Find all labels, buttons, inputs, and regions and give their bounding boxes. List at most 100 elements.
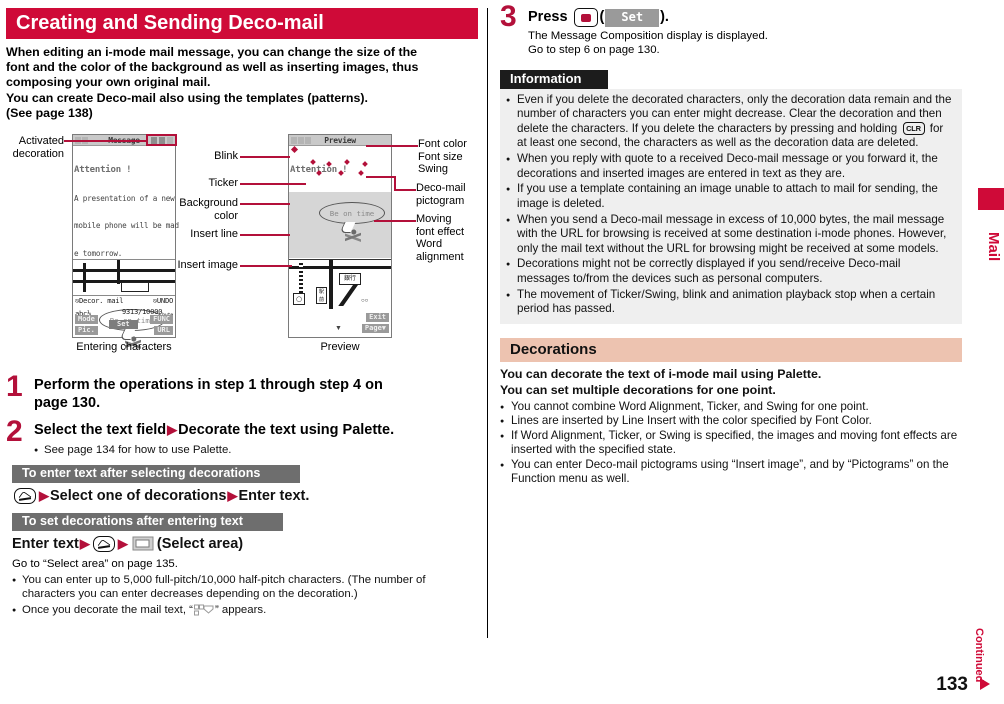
phone2-doodle-icon xyxy=(345,228,361,249)
arrow-icon: ▶ xyxy=(227,488,238,504)
intro-line-5: (See page 138) xyxy=(6,105,93,120)
leader-background-color xyxy=(240,203,290,206)
leader-deco-pictogram xyxy=(366,176,396,179)
leader-insert-line xyxy=(240,234,290,237)
subsection-2-steps: Enter text ▶ ▶ (Select area) xyxy=(12,535,478,553)
phone1-softkeys: Mode FUNC Pic. URL Set xyxy=(73,315,175,337)
subsection-1-action-b: Select one of decorations xyxy=(50,487,227,504)
phone2-attention: Attention ! xyxy=(290,164,348,175)
phone2-background-color-area: Be on time xyxy=(289,192,391,259)
step-3: 3 Press ( Set ). The Message Composition… xyxy=(500,2,962,57)
leader-moving-font-effect xyxy=(374,220,416,223)
highlight-activated-decoration xyxy=(146,134,177,147)
step-2-bullet: See page 134 for how to use Palette. xyxy=(34,443,478,458)
phone2-softkeys: Exit Page▼ ▼ xyxy=(289,313,391,337)
arrow-icon: ▶ xyxy=(39,488,49,504)
page-number: 133 xyxy=(936,674,968,695)
continued-label: Continued xyxy=(973,628,985,683)
subsection-1-action-c: Enter text. xyxy=(238,487,310,504)
information-item: Even if you delete the decorated charact… xyxy=(506,93,954,151)
decorations-item: You cannot combine Word Alignment, Ticke… xyxy=(500,400,962,415)
phone1-softkey-set[interactable]: Set xyxy=(109,320,138,330)
information-item: Decorations might not be correctly displ… xyxy=(506,257,954,286)
information-body: Even if you delete the decorated charact… xyxy=(500,89,962,325)
label-insert-image: Insert image xyxy=(177,259,238,272)
information-heading: Information xyxy=(500,70,608,89)
side-tab-marker xyxy=(978,188,1004,210)
step-2: 2 Select the text field▶Decorate the tex… xyxy=(6,417,478,458)
label-moving-font-effect: Moving font effect Word alignment xyxy=(416,213,465,263)
step-2-number: 2 xyxy=(6,415,23,449)
subsection-1-heading: To enter text after selecting decoration… xyxy=(12,464,301,483)
bullet-2-pre: Once you decorate the mail text, “ xyxy=(22,604,193,617)
subsection-2-bullet-1: You can enter up to 5,000 full-pitch/10,… xyxy=(12,573,478,601)
set-softkey-label[interactable]: Set xyxy=(605,8,660,27)
paren-close: ). xyxy=(660,8,669,25)
leader-ticker xyxy=(240,183,306,186)
step-3-title: Press ( Set ). xyxy=(528,8,962,27)
information-section: Information Even if you delete the decor… xyxy=(500,70,962,325)
leader-blink xyxy=(240,156,290,159)
leader-insert-image xyxy=(240,265,292,268)
phone2-map-marker: ○ xyxy=(293,293,305,306)
phone2-scroll-down-icon: ▼ xyxy=(335,325,342,333)
deco-mail-envelope-icon xyxy=(193,604,214,617)
figure-caption-left: Entering characters xyxy=(76,341,172,354)
phone1-softkey-func[interactable]: FUNC xyxy=(150,315,173,325)
leader-deco-pictogram-v xyxy=(394,176,396,191)
continued-arrow-icon xyxy=(980,678,990,690)
step-3-press-label: Press xyxy=(528,8,568,25)
phone-screenshot-preview: Preview Attention ! A presentation of a … xyxy=(288,134,392,339)
subsection-2-bullet-2: Once you decorate the mail text, “ ” app… xyxy=(12,603,478,618)
column-divider xyxy=(487,8,488,638)
phone1-softkey-pic[interactable]: Pic. xyxy=(75,326,98,336)
clr-key-icon: CLR xyxy=(902,122,925,136)
phone-screenshot-entering-characters: Message Attention ! A presentation of a … xyxy=(72,134,179,356)
phone2-softkey-exit[interactable]: Exit xyxy=(366,313,389,323)
decorations-item: Lines are inserted by Line Insert with t… xyxy=(500,414,962,429)
subsection-2-enter-text: Enter text xyxy=(12,535,79,552)
label-font-color: Font color Font size Swing xyxy=(418,138,467,176)
leader-font-color xyxy=(366,145,418,148)
subsection-2-select-area: (Select area) xyxy=(156,535,244,552)
call-key-icon xyxy=(14,487,36,504)
phone1-status-undo: ⎋UNDO xyxy=(152,296,173,306)
select-area-icon xyxy=(132,536,154,551)
manual-page: Creating and Sending Deco-mail When edit… xyxy=(0,0,1004,704)
step-3-desc-2: Go to step 6 on page 130. xyxy=(528,44,660,56)
arrow-icon: ▶ xyxy=(167,422,178,438)
label-deco-pictogram: Deco-mail pictogram xyxy=(416,182,466,207)
phone1-line-1: A presentation of a new xyxy=(74,193,175,203)
call-key-icon xyxy=(92,535,115,552)
phone1-line-3: e tomorrow. xyxy=(74,249,123,259)
phone2-softkey-page[interactable]: Page▼ xyxy=(361,324,389,334)
step-1-number: 1 xyxy=(6,370,23,404)
leader-deco-pictogram-2 xyxy=(394,189,416,192)
phone2-map-area: 銀行 駅前 ○ ○○ xyxy=(289,259,391,310)
intro-line-1: When editing an i-mode mail message, you… xyxy=(6,45,418,59)
step-3-desc-1: The Message Composition display is displ… xyxy=(528,30,768,42)
subsection-1: To enter text after selecting decoration… xyxy=(12,457,478,505)
decorations-section: Decorations You can decorate the text of… xyxy=(500,338,962,486)
decorations-item: If Word Alignment, Ticker, or Swing is s… xyxy=(500,429,962,458)
side-tab-label: Mail xyxy=(985,232,1002,262)
phone1-attention: Attention ! xyxy=(74,164,132,175)
bullet-2-post: ” appears. xyxy=(214,604,267,617)
leader-activated-decoration xyxy=(64,140,148,143)
paren-open: ( xyxy=(599,8,605,25)
subsection-2-goto: Go to “Select area” on page 135. xyxy=(12,557,178,570)
phone2-map-label-station: 駅前 xyxy=(316,287,327,305)
subsection-2-heading: To set decorations after entering text xyxy=(12,512,283,531)
left-column: Creating and Sending Deco-mail When edit… xyxy=(6,8,478,618)
phone1-map-area xyxy=(73,259,175,296)
phone1-line-2: mobile phone will be mad xyxy=(74,221,179,231)
label-ticker: Ticker xyxy=(208,177,238,190)
deco-mail-figure: Message Attention ! A presentation of a … xyxy=(6,125,478,367)
step-1: 1 Perform the operations in step 1 throu… xyxy=(6,372,478,412)
phone1-softkey-url[interactable]: URL xyxy=(154,326,173,336)
phone1-softkey-mode[interactable]: Mode xyxy=(75,315,98,325)
phone1-status-row: ⎋Decor. mail ⎋UNDO xyxy=(73,295,175,306)
arrow-icon: ▶ xyxy=(79,536,90,552)
information-item-1-part-1: Even if you delete the decorated charact… xyxy=(517,93,952,135)
label-blink: Blink xyxy=(214,150,238,163)
